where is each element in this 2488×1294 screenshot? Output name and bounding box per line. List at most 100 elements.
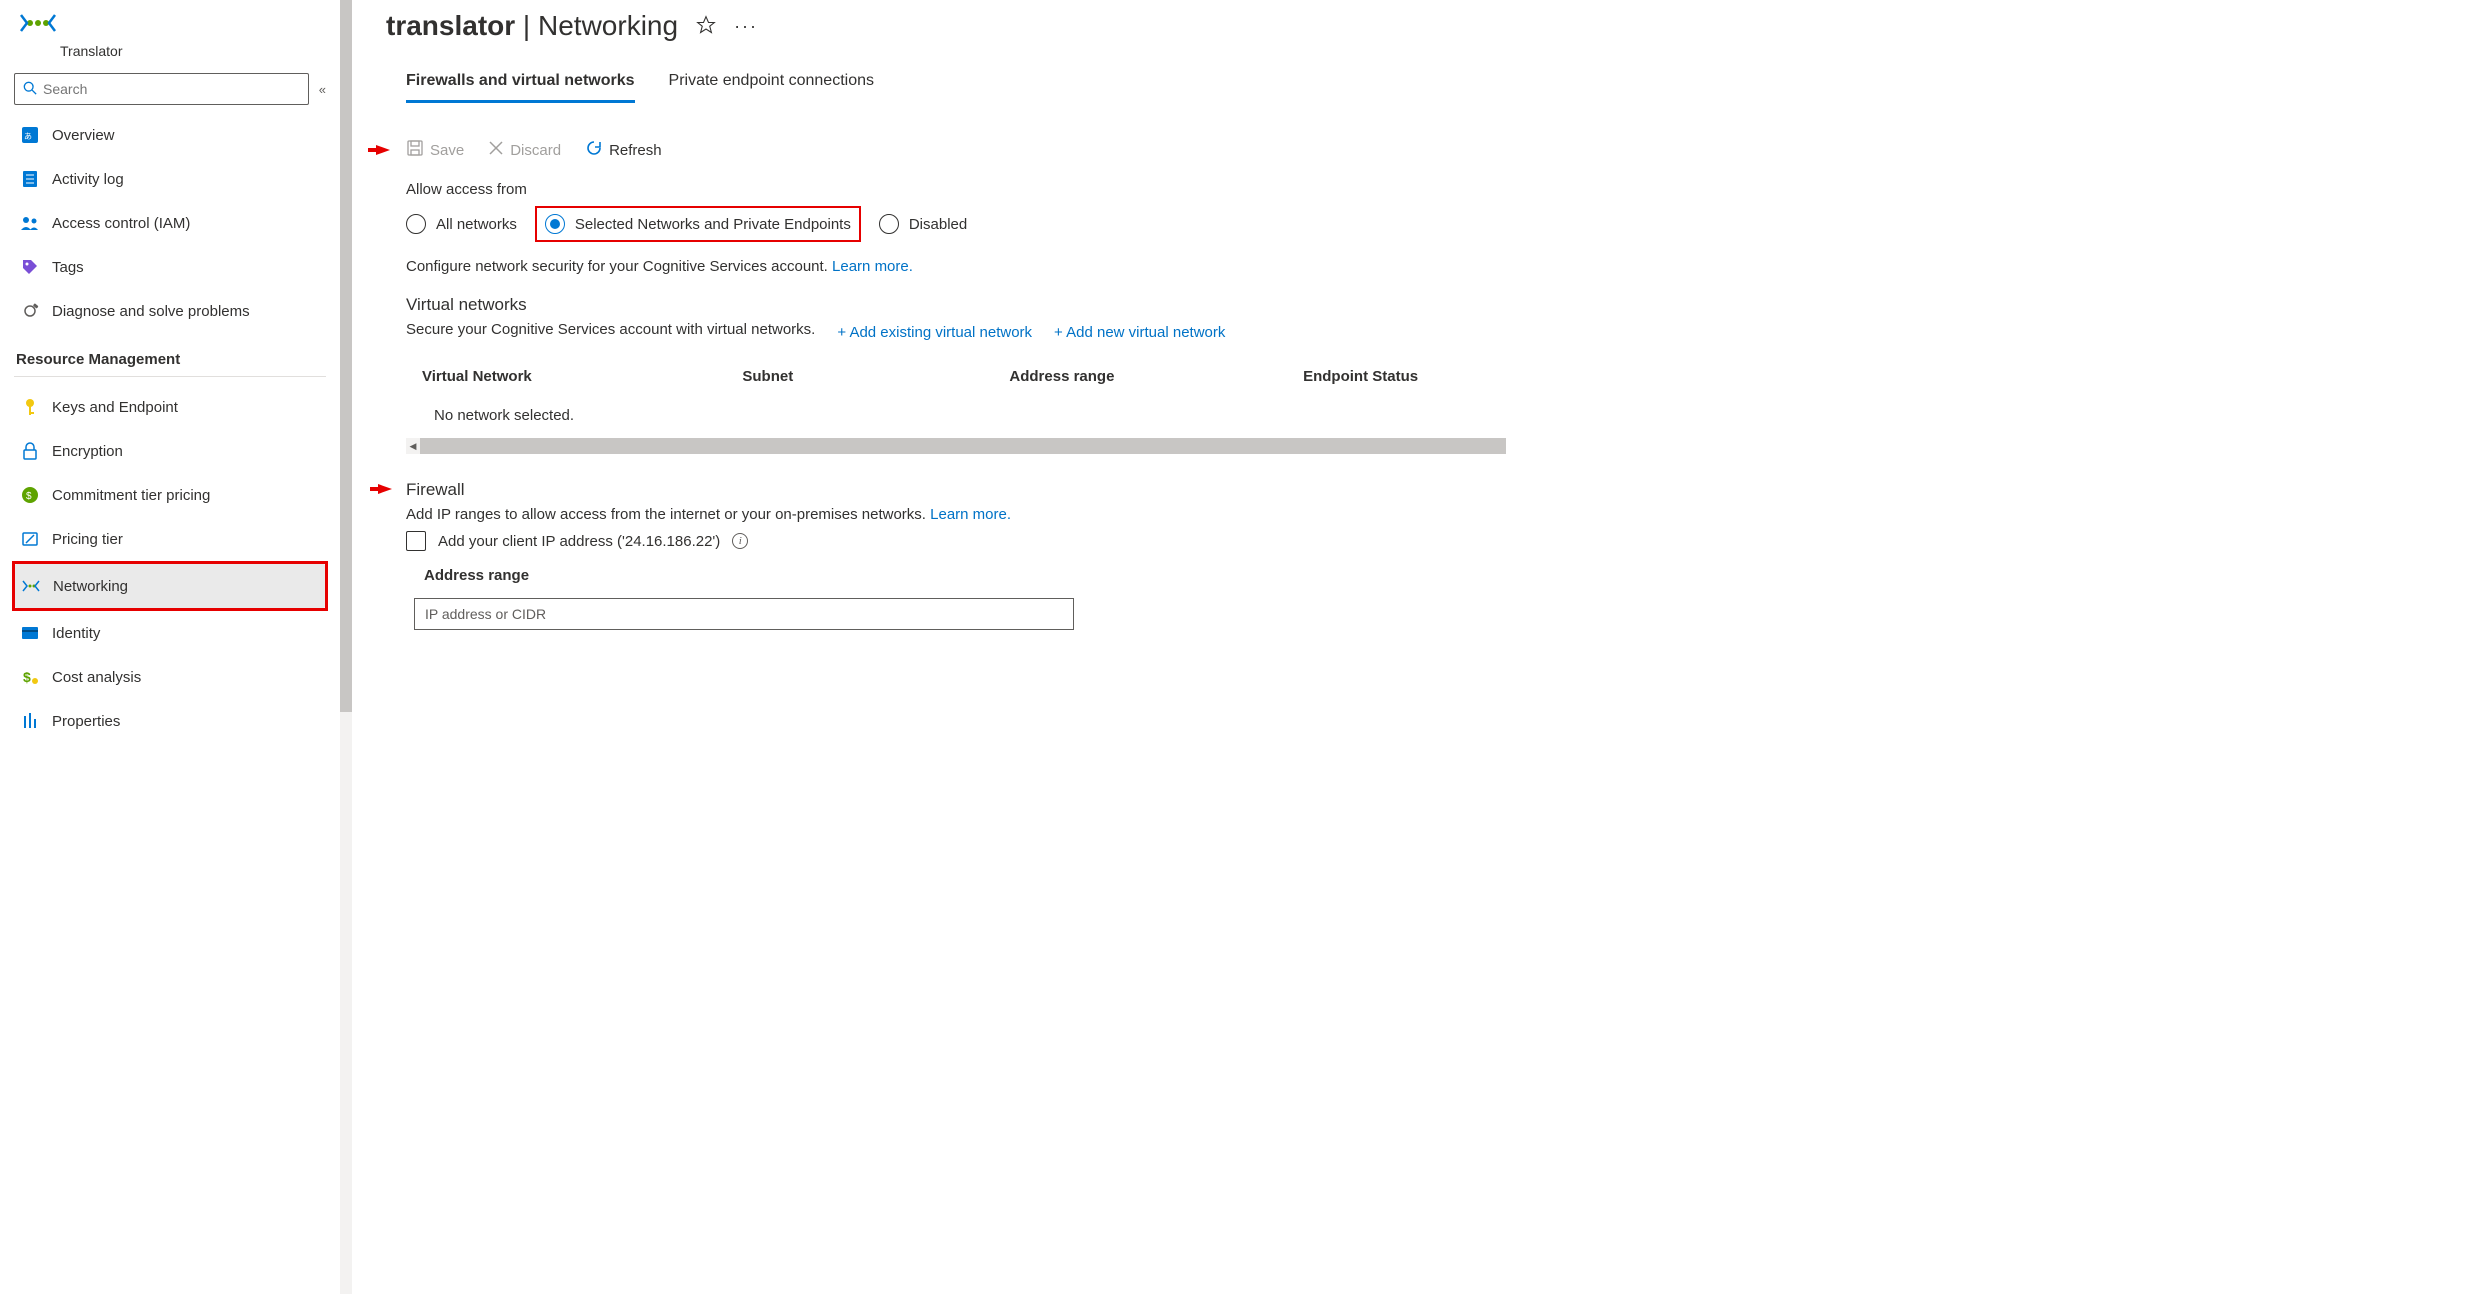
sidebar-item-activity-log[interactable]: Activity log: [14, 157, 326, 201]
sidebar-item-commitment[interactable]: $ Commitment tier pricing: [14, 473, 326, 517]
radio-all-networks[interactable]: All networks: [406, 214, 517, 234]
highlight-networking: Networking: [12, 561, 328, 611]
radio-selected-networks[interactable]: Selected Networks and Private Endpoints: [545, 214, 851, 234]
discard-button[interactable]: Discard: [488, 140, 561, 160]
sidebar-item-label: Networking: [53, 578, 128, 595]
sidebar-item-overview[interactable]: あ Overview: [14, 113, 326, 157]
networking-icon: [21, 579, 41, 593]
sidebar-item-pricing[interactable]: Pricing tier: [14, 517, 326, 561]
sidebar-item-properties[interactable]: Properties: [14, 699, 326, 743]
allow-access-label: Allow access from: [406, 181, 1506, 198]
tags-icon: [20, 258, 40, 276]
page-header: translator | Networking ···: [386, 10, 2458, 42]
scrollbar-thumb[interactable]: [340, 0, 352, 712]
scroll-left-icon[interactable]: ◀: [406, 438, 420, 454]
sidebar-section-title: Resource Management: [14, 333, 326, 377]
tabs: Firewalls and virtual networks Private e…: [406, 66, 2458, 103]
tab-private-endpoint[interactable]: Private endpoint connections: [669, 66, 874, 103]
lock-icon: [20, 442, 40, 460]
sidebar-scrollbar[interactable]: [340, 0, 352, 1294]
address-range-label: Address range: [424, 567, 1506, 584]
svg-text:$: $: [23, 669, 31, 685]
firewall-desc: Add IP ranges to allow access from the i…: [406, 506, 1506, 523]
firewall-desc-text: Add IP ranges to allow access from the i…: [406, 506, 930, 523]
properties-icon: [20, 712, 40, 730]
sidebar-item-keys[interactable]: Keys and Endpoint: [14, 385, 326, 429]
main-content: translator | Networking ··· Firewalls an…: [352, 0, 2488, 1294]
vnet-table: Virtual Network Subnet Address range End…: [406, 358, 1506, 454]
collapse-sidebar-icon[interactable]: «: [319, 82, 326, 97]
translator-logo-icon: [18, 12, 58, 37]
sidebar-item-networking[interactable]: Networking: [15, 564, 325, 608]
add-existing-vnet-link[interactable]: + Add existing virtual network: [837, 324, 1032, 341]
identity-icon: [20, 626, 40, 640]
vnet-title: Virtual networks: [406, 295, 1506, 315]
client-ip-checkbox[interactable]: [406, 531, 426, 551]
sidebar: Translator « あ Overview Activity log Acc…: [0, 0, 340, 1294]
radio-icon: [406, 214, 426, 234]
activity-log-icon: [20, 170, 40, 188]
scrollbar-thumb[interactable]: [420, 438, 1506, 454]
save-icon: [406, 139, 424, 161]
pricing-icon: [20, 530, 40, 548]
col-subnet: Subnet: [742, 368, 1009, 385]
sidebar-item-label: Identity: [52, 625, 100, 642]
sidebar-item-label: Pricing tier: [52, 531, 123, 548]
service-name: Translator: [18, 43, 123, 59]
table-empty-row: No network selected.: [406, 395, 1506, 436]
client-ip-checkbox-row: Add your client IP address ('24.16.186.2…: [406, 531, 1506, 551]
sidebar-item-label: Diagnose and solve problems: [52, 303, 250, 320]
refresh-button[interactable]: Refresh: [585, 139, 662, 161]
refresh-label: Refresh: [609, 142, 662, 159]
client-ip-label: Add your client IP address ('24.16.186.2…: [438, 533, 720, 550]
refresh-icon: [585, 139, 603, 161]
access-panel: Allow access from All networks Selected …: [406, 181, 1506, 630]
iam-icon: [20, 215, 40, 231]
logo-block: Translator: [14, 12, 326, 59]
radio-disabled[interactable]: Disabled: [879, 214, 967, 234]
annotation-arrow-icon: [378, 484, 392, 494]
cost-icon: $: [20, 668, 40, 686]
save-button[interactable]: Save: [406, 139, 464, 161]
sidebar-item-cost[interactable]: $ Cost analysis: [14, 655, 326, 699]
firewall-title: Firewall: [406, 480, 1506, 500]
learn-more-link[interactable]: Learn more.: [930, 506, 1011, 523]
access-radio-group: All networks Selected Networks and Priva…: [406, 206, 1506, 242]
commitment-icon: $: [20, 486, 40, 504]
more-icon[interactable]: ···: [734, 16, 758, 37]
sidebar-item-label: Commitment tier pricing: [52, 487, 210, 504]
discard-label: Discard: [510, 142, 561, 159]
sidebar-item-diagnose[interactable]: Diagnose and solve problems: [14, 289, 326, 333]
sidebar-item-label: Keys and Endpoint: [52, 399, 178, 416]
radio-label: Disabled: [909, 216, 967, 233]
tab-firewalls[interactable]: Firewalls and virtual networks: [406, 66, 635, 103]
address-range-input[interactable]: [414, 598, 1074, 630]
favorite-star-icon[interactable]: [696, 15, 716, 38]
sidebar-item-label: Properties: [52, 713, 120, 730]
horizontal-scrollbar[interactable]: ◀: [406, 438, 1506, 454]
info-icon[interactable]: i: [732, 533, 748, 549]
firewall-panel: Firewall Add IP ranges to allow access f…: [406, 480, 1506, 630]
sidebar-item-identity[interactable]: Identity: [14, 611, 326, 655]
learn-more-link[interactable]: Learn more.: [832, 258, 913, 275]
svg-text:あ: あ: [24, 132, 32, 141]
table-header: Virtual Network Subnet Address range End…: [406, 358, 1506, 395]
search-input[interactable]: [43, 81, 300, 97]
add-new-vnet-link[interactable]: + Add new virtual network: [1054, 324, 1225, 341]
sidebar-item-encryption[interactable]: Encryption: [14, 429, 326, 473]
app-root: Translator « あ Overview Activity log Acc…: [0, 0, 2488, 1294]
radio-icon: [879, 214, 899, 234]
key-icon: [20, 398, 40, 416]
sidebar-item-label: Encryption: [52, 443, 123, 460]
search-box[interactable]: [14, 73, 309, 105]
radio-label: All networks: [436, 216, 517, 233]
sidebar-item-tags[interactable]: Tags: [14, 245, 326, 289]
search-icon: [23, 81, 37, 98]
sidebar-item-label: Tags: [52, 259, 84, 276]
page-title: translator | Networking: [386, 10, 678, 42]
col-address-range: Address range: [1009, 368, 1303, 385]
sidebar-item-label: Activity log: [52, 171, 124, 188]
sidebar-item-label: Cost analysis: [52, 669, 141, 686]
sidebar-item-access-control[interactable]: Access control (IAM): [14, 201, 326, 245]
col-endpoint-status: Endpoint Status: [1303, 368, 1490, 385]
